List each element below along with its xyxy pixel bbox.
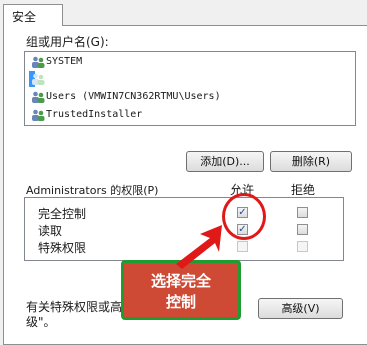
user-group-icon — [32, 73, 45, 85]
permission-special: 特殊权限 — [38, 241, 87, 255]
special-deny-checkbox — [297, 241, 308, 252]
user-name: SYSTEM — [46, 56, 83, 67]
callout-line1: 选择完全 — [150, 272, 211, 290]
permissions-label: Administrators 的权限(P) — [26, 184, 159, 197]
remove-button[interactable]: 删除(R) — [270, 151, 352, 172]
list-item-system[interactable]: SYSTEM — [29, 54, 82, 70]
group-or-user-names-label: 组或用户名(G): — [26, 35, 109, 49]
watermark-smudge — [150, 132, 210, 148]
special-permission-note-line2: 级"。 — [26, 315, 56, 329]
list-item-administrators[interactable]: Administrators (VMWIN7CN362RTMU\Administ… — [29, 71, 329, 87]
permission-full-control: 完全控制 — [38, 207, 87, 221]
permission-read: 读取 — [38, 224, 63, 238]
user-name: Administrators (VMWIN7CN362RTMU\Administ… — [46, 73, 329, 84]
advanced-button[interactable]: 高级(V) — [258, 298, 343, 319]
deny-column-header: 拒绝 — [291, 183, 316, 197]
list-item-trustedinstaller[interactable]: TrustedInstaller — [29, 107, 142, 123]
user-group-icon — [32, 109, 45, 121]
user-group-icon — [32, 91, 45, 103]
red-arrow-icon — [176, 225, 222, 269]
tab-security-label: 安全 — [12, 10, 37, 24]
tab-security[interactable]: 安全 — [3, 4, 63, 26]
special-allow-checkbox — [237, 241, 248, 252]
full-control-deny-checkbox[interactable] — [297, 207, 308, 218]
callout-line2: 控制 — [165, 293, 196, 311]
list-item-users[interactable]: Users (VMWIN7CN362RTMU\Users) — [29, 89, 221, 105]
user-list[interactable]: SYSTEM Administrators (VMWIN7CN362RTMU\A… — [24, 51, 356, 126]
add-button[interactable]: 添加(D)... — [186, 151, 264, 172]
user-group-icon — [32, 56, 45, 68]
user-name: TrustedInstaller — [46, 109, 143, 120]
read-deny-checkbox[interactable] — [297, 224, 308, 235]
user-name: Users (VMWIN7CN362RTMU\Users) — [46, 91, 221, 102]
